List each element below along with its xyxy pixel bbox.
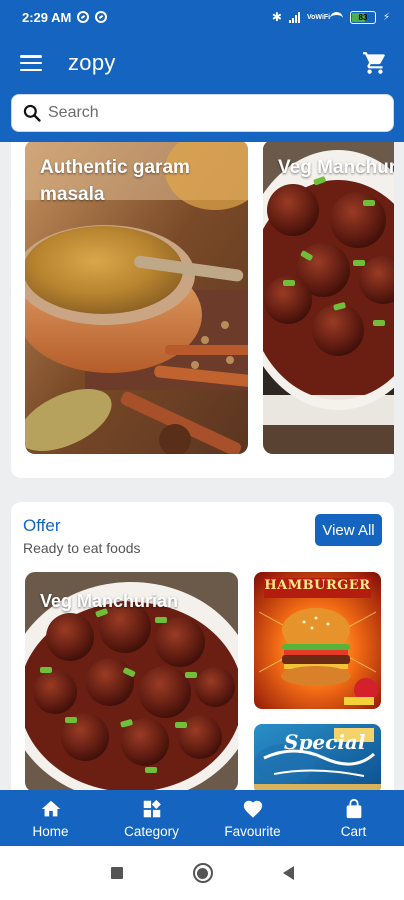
featured-item-veg-manchurian[interactable]: Veg Manchurian <box>263 142 394 454</box>
offer-item-todays-special[interactable]: Special <box>254 724 381 790</box>
nav-favourite[interactable]: Favourite <box>202 790 303 846</box>
battery-level: 83 <box>358 12 368 22</box>
nav-cart[interactable]: Cart <box>303 790 404 846</box>
app-title: zopy <box>68 50 116 75</box>
hamburger-poster-text: HAMBURGER <box>264 578 371 593</box>
offer-item-hamburger[interactable]: HAMBURGER <box>254 572 381 709</box>
offer-section-title: Offer <box>23 516 61 535</box>
notification-icon-2 <box>95 11 108 23</box>
battery-icon: 83 <box>349 10 376 24</box>
nav-category[interactable]: Category <box>101 790 202 846</box>
nav-home-label: Home <box>32 823 69 839</box>
view-all-button[interactable]: View All <box>315 514 382 546</box>
special-menu-text: Special <box>284 730 366 754</box>
search-input[interactable] <box>48 104 368 122</box>
nav-home[interactable]: Home <box>0 790 101 846</box>
status-bar-right: ✱ VoWiFi 83 ⚡ <box>272 10 390 24</box>
network-label: VoWiFi <box>306 13 331 21</box>
featured-item-title: Authentic garam masala <box>40 157 190 205</box>
app-bar: zopy <box>0 34 404 92</box>
status-bar: 2:29 AM ✱ VoWiFi 83 ⚡ <box>0 0 404 34</box>
status-bar-left: 2:29 AM <box>22 9 108 25</box>
offer-section: Offer Ready to eat foods View All Veg Ma… <box>11 502 394 790</box>
main-content[interactable]: Authentic garam masala Veg Manchur Offer… <box>0 142 404 790</box>
heart-icon <box>243 800 262 818</box>
wifi-icon <box>329 12 343 22</box>
category-icon <box>143 799 161 817</box>
nav-favourite-label: Favourite <box>224 823 281 839</box>
offer-section-subtitle: Ready to eat foods <box>23 540 141 556</box>
search-bar[interactable] <box>11 94 394 132</box>
nav-cart-label: Cart <box>340 823 367 839</box>
featured-item-garam-masala[interactable]: Authentic garam masala <box>25 142 248 454</box>
notification-icon <box>77 11 90 23</box>
recent-apps-button[interactable] <box>110 867 123 879</box>
search-icon <box>23 104 41 122</box>
home-button[interactable] <box>192 863 213 883</box>
menu-icon[interactable] <box>20 55 42 71</box>
bluetooth-icon: ✱ <box>271 10 282 24</box>
charging-icon: ⚡ <box>382 11 390 23</box>
featured-carousel[interactable]: Authentic garam masala Veg Manchur <box>11 142 394 478</box>
veg-manchurian-image <box>263 142 394 454</box>
nav-category-label: Category <box>124 823 179 839</box>
shopping-bag-icon <box>346 798 361 818</box>
offer-item-veg-manchurian[interactable]: Veg Manchurian <box>25 572 238 790</box>
bottom-navigation: Home Category Favourite Cart <box>0 790 404 846</box>
status-time: 2:29 AM <box>22 9 72 25</box>
featured-item-title: Veg Manchurian <box>278 157 394 178</box>
home-icon <box>41 800 60 816</box>
cart-icon[interactable] <box>362 50 388 76</box>
offer-item-title: Veg Manchurian <box>40 591 179 611</box>
signal-icon <box>288 11 300 23</box>
system-navigation-bar <box>0 846 404 900</box>
back-button[interactable] <box>282 866 294 880</box>
